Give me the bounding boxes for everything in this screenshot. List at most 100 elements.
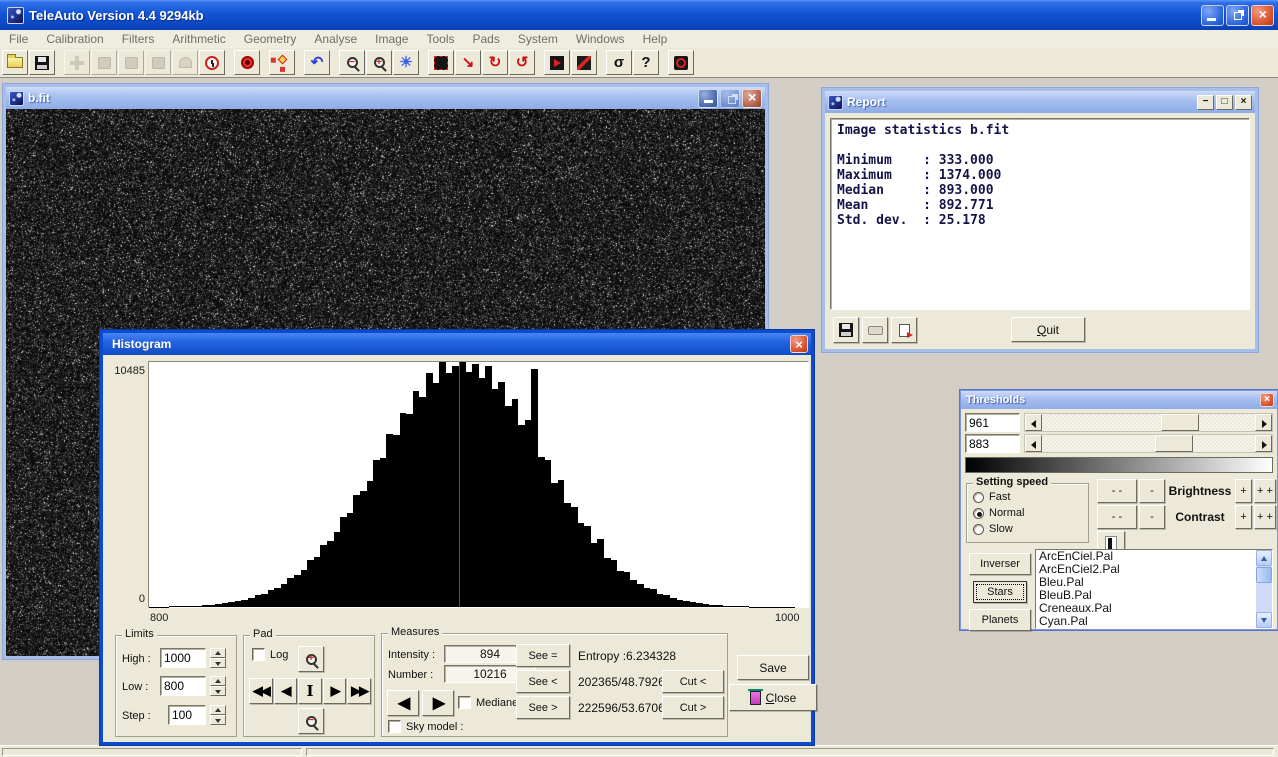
high-limit-input[interactable] xyxy=(160,648,206,668)
brightness-button[interactable]: ☀ xyxy=(393,50,419,75)
report-print-button[interactable] xyxy=(862,317,888,343)
pad-back-button[interactable]: ◀ xyxy=(274,678,298,704)
report-text-area[interactable]: Image statistics b.fit Minimum : 333.000… xyxy=(830,118,1250,310)
brightness-plus2-button[interactable]: + + xyxy=(1254,479,1276,503)
low-threshold-thumb[interactable] xyxy=(1155,435,1193,452)
open-file-button[interactable] xyxy=(2,50,28,75)
clock-button[interactable] xyxy=(199,50,225,75)
report-maximize-button[interactable]: □ xyxy=(1216,95,1233,110)
measures-next-button[interactable]: ▶ xyxy=(422,690,454,716)
log-checkbox[interactable] xyxy=(252,648,265,661)
rotate-ccw-button[interactable]: ↺ xyxy=(509,50,535,75)
contrast-plus2-button[interactable]: + + xyxy=(1254,505,1276,529)
histogram-close-button-main[interactable]: Close xyxy=(729,684,817,711)
high-threshold-scrollbar[interactable] xyxy=(1024,413,1273,432)
scroll-down-arrow[interactable] xyxy=(1256,612,1272,628)
curve-button[interactable]: ↘ xyxy=(455,50,481,75)
menu-item-filters[interactable]: Filters xyxy=(113,30,164,48)
radio-normal[interactable]: Normal xyxy=(973,505,1024,521)
histogram-save-button[interactable]: Save xyxy=(737,655,809,680)
tree-button[interactable] xyxy=(269,50,295,75)
low-threshold-input[interactable] xyxy=(965,434,1020,453)
measures-prev-button[interactable]: ◀ xyxy=(387,690,419,716)
pad-fast-forward-button[interactable]: ▶▶ xyxy=(347,678,371,704)
see-equal-button[interactable]: See = xyxy=(516,644,570,667)
contrast-minus-button[interactable]: - xyxy=(1139,505,1165,529)
rotate-cw-button[interactable]: ↻ xyxy=(482,50,508,75)
low-threshold-scrollbar[interactable] xyxy=(1024,434,1273,453)
mask-button[interactable] xyxy=(668,50,694,75)
mediane-checkbox[interactable] xyxy=(458,696,471,709)
contrast-minus2-button[interactable]: - - xyxy=(1097,505,1137,529)
thresholds-close-button[interactable]: × xyxy=(1260,393,1274,407)
zoom-out-button[interactable]: − xyxy=(339,50,365,75)
quit-button[interactable]: Quit xyxy=(1011,317,1085,342)
step-spinner[interactable] xyxy=(210,705,226,725)
high-limit-spinner[interactable] xyxy=(210,648,226,668)
high-threshold-thumb[interactable] xyxy=(1161,414,1199,431)
image-minimize-button[interactable] xyxy=(698,89,718,108)
brightness-minus2-button[interactable]: - - xyxy=(1097,479,1137,503)
help-button[interactable]: ? xyxy=(633,50,659,75)
report-minimize-button[interactable]: − xyxy=(1197,95,1214,110)
image-window-titlebar[interactable]: b.fit xyxy=(6,87,765,109)
pad-forward-button[interactable]: ▶ xyxy=(323,678,347,704)
see-greater-button[interactable]: See > xyxy=(516,696,570,719)
menu-item-windows[interactable]: Windows xyxy=(567,30,634,48)
inverser-button[interactable]: Inverser xyxy=(969,553,1031,575)
restore-button[interactable] xyxy=(1226,5,1249,26)
scroll-up-arrow[interactable] xyxy=(1256,550,1272,566)
low-limit-input[interactable] xyxy=(160,676,206,696)
histogram-close-button[interactable]: × xyxy=(790,335,808,353)
noise-filter-button[interactable] xyxy=(571,50,597,75)
brightness-plus-button[interactable]: + xyxy=(1235,479,1252,503)
report-titlebar[interactable]: Report − □ × xyxy=(825,91,1255,113)
target-button[interactable] xyxy=(234,50,260,75)
menu-item-arithmetic[interactable]: Arithmetic xyxy=(163,30,234,48)
menu-item-calibration[interactable]: Calibration xyxy=(37,30,112,48)
pad-zoom-out-button[interactable]: − xyxy=(298,708,324,734)
menu-item-file[interactable]: File xyxy=(0,30,37,48)
step-input[interactable] xyxy=(168,705,206,725)
sky-model-checkbox[interactable] xyxy=(388,720,401,733)
image-maximize-button[interactable] xyxy=(720,89,740,108)
image-close-button[interactable] xyxy=(742,89,762,108)
menu-item-system[interactable]: System xyxy=(509,30,567,48)
brightness-minus-button[interactable]: - xyxy=(1139,479,1165,503)
sigma-button[interactable]: σ xyxy=(606,50,632,75)
save-button[interactable] xyxy=(29,50,55,75)
radio-fast[interactable]: Fast xyxy=(973,489,1024,505)
cut-less-button[interactable]: Cut < xyxy=(662,670,724,693)
report-export-button[interactable] xyxy=(891,317,917,343)
contrast-plus-button[interactable]: + xyxy=(1235,505,1252,529)
menu-item-analyse[interactable]: Analyse xyxy=(305,30,366,48)
menu-item-image[interactable]: Image xyxy=(366,30,417,48)
pad-center-button[interactable]: I xyxy=(298,678,322,704)
see-less-button[interactable]: See < xyxy=(516,670,570,693)
zoom-in-button[interactable]: + xyxy=(366,50,392,75)
pad-fast-back-button[interactable]: ◀◀ xyxy=(249,678,273,704)
palette-scroll-thumb[interactable] xyxy=(1256,567,1272,583)
menu-item-pads[interactable]: Pads xyxy=(464,30,509,48)
undo-button[interactable]: ↶ xyxy=(304,50,330,75)
close-button[interactable] xyxy=(1251,5,1274,26)
report-save-button[interactable] xyxy=(833,317,859,343)
palette-item[interactable]: Cyan.Pal xyxy=(1036,615,1256,628)
crop-frame-button[interactable] xyxy=(428,50,454,75)
pad-zoom-in-button[interactable]: + xyxy=(298,646,324,672)
radio-slow[interactable]: Slow xyxy=(973,521,1024,537)
scroll-left-arrow[interactable] xyxy=(1025,435,1042,452)
report-close-button[interactable]: × xyxy=(1235,95,1252,110)
stars-button[interactable]: Stars xyxy=(973,581,1027,603)
low-limit-spinner[interactable] xyxy=(210,676,226,696)
menu-item-help[interactable]: Help xyxy=(634,30,677,48)
palette-scrollbar[interactable] xyxy=(1256,550,1272,628)
menu-item-tools[interactable]: Tools xyxy=(417,30,463,48)
histogram-plot[interactable] xyxy=(148,361,809,608)
copy-image-button[interactable] xyxy=(544,50,570,75)
high-threshold-input[interactable] xyxy=(965,413,1020,432)
minimize-button[interactable] xyxy=(1201,5,1224,26)
palette-list[interactable]: ArcEnCiel.PalArcEnCiel2.PalBleu.PalBleuB… xyxy=(1035,549,1273,629)
scroll-right-arrow[interactable] xyxy=(1255,435,1272,452)
histogram-titlebar[interactable]: Histogram × xyxy=(103,333,811,355)
